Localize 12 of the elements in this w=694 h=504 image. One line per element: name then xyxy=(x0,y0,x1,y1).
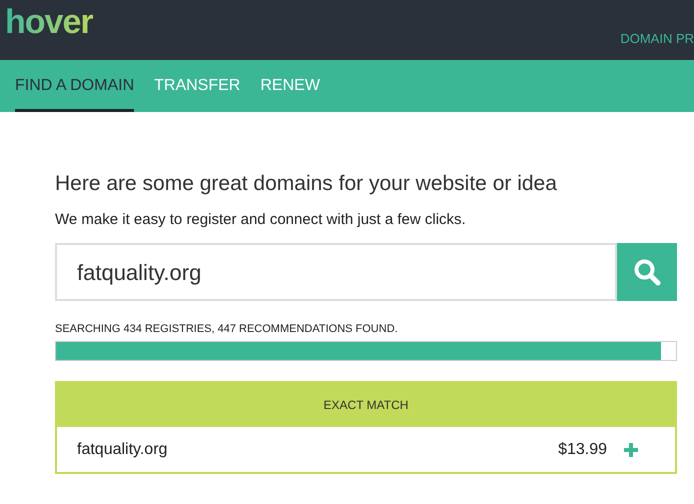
search-field[interactable]: fatquality.org xyxy=(55,243,617,301)
page-heading: Here are some great domains for your website or idea xyxy=(55,171,558,197)
domain-name: fatquality.org xyxy=(77,440,168,460)
search-button[interactable] xyxy=(617,243,677,301)
search-icon xyxy=(633,258,661,286)
domain-price: $13.99 xyxy=(558,440,607,460)
nav-link[interactable]: DOMAIN PR xyxy=(620,31,694,47)
search-status: SEARCHING 434 REGISTRIES, 447 RECOMMENDATIONS FOUND. xyxy=(55,322,399,336)
card-title: EXACT MATCH xyxy=(324,397,408,414)
add-icon[interactable] xyxy=(624,442,638,456)
page-subheading: We make it easy to register and connect with just a few clicks. xyxy=(55,210,467,230)
nav-tab[interactable]: FIND A DOMAIN xyxy=(15,60,134,112)
